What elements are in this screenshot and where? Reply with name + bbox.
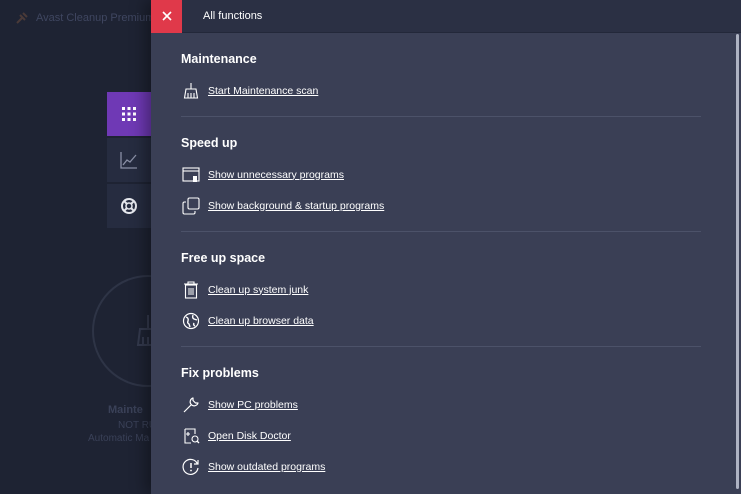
item-label: Show outdated programs bbox=[208, 460, 326, 473]
open-disk-doctor-link[interactable]: Open Disk Doctor bbox=[181, 420, 701, 451]
panel-header: All functions bbox=[151, 0, 741, 33]
section-title: Maintenance bbox=[181, 52, 257, 66]
item-label: Clean up browser data bbox=[208, 314, 314, 327]
clean-up-system-junk-link[interactable]: Clean up system junk bbox=[181, 274, 701, 305]
lifebuoy-icon bbox=[121, 198, 137, 214]
functions-list: Maintenance Start Maintenance scan Speed… bbox=[181, 33, 701, 492]
panel-scrollbar[interactable] bbox=[736, 34, 739, 489]
show-outdated-programs-link[interactable]: Show outdated programs bbox=[181, 451, 701, 482]
section-title: Fix problems bbox=[181, 366, 259, 380]
performance-chart-tool[interactable] bbox=[107, 138, 151, 182]
globe-icon bbox=[181, 311, 201, 331]
item-label: Show unnecessary programs bbox=[208, 168, 344, 181]
all-functions-panel: All functions Maintenance Start Maintena… bbox=[151, 0, 741, 494]
section-maintenance: Maintenance Start Maintenance scan bbox=[181, 51, 701, 117]
item-label: Show background & startup programs bbox=[208, 199, 385, 212]
broom-logo-icon bbox=[14, 10, 30, 26]
app-title-bar: Avast Cleanup Premium bbox=[14, 10, 154, 26]
section-title: Free up space bbox=[181, 251, 266, 265]
close-button[interactable] bbox=[151, 0, 182, 33]
section-free-up-space: Free up space Clean up system junk Clean… bbox=[181, 250, 701, 347]
grid-icon bbox=[122, 107, 136, 121]
chart-icon bbox=[120, 152, 137, 169]
section-fix-problems: Fix problems Show PC problems Open Disk … bbox=[181, 365, 701, 492]
item-label: Clean up system junk bbox=[208, 283, 309, 296]
overlapping-windows-icon bbox=[181, 196, 201, 216]
start-maintenance-scan-link[interactable]: Start Maintenance scan bbox=[181, 75, 701, 106]
section-speed-up: Speed up Show unnecessary programs Show … bbox=[181, 135, 701, 232]
clean-up-browser-data-link[interactable]: Clean up browser data bbox=[181, 305, 701, 336]
broom-icon bbox=[181, 81, 201, 101]
disk-doctor-icon bbox=[181, 426, 201, 446]
show-pc-problems-link[interactable]: Show PC problems bbox=[181, 389, 701, 420]
window-trash-icon bbox=[181, 165, 201, 185]
help-support-tool[interactable] bbox=[107, 184, 151, 228]
item-label: Show PC problems bbox=[208, 398, 298, 411]
show-background-startup-programs-link[interactable]: Show background & startup programs bbox=[181, 190, 701, 221]
all-functions-tool[interactable] bbox=[107, 92, 151, 136]
wrench-icon bbox=[181, 395, 201, 415]
section-title: Speed up bbox=[181, 136, 238, 150]
background-status-title: Mainte bbox=[108, 404, 143, 416]
item-label: Open Disk Doctor bbox=[208, 429, 291, 442]
app-window: Avast Cleanup Premium Mainte NOT RU Auto… bbox=[0, 0, 741, 494]
app-title: Avast Cleanup Premium bbox=[36, 12, 155, 24]
item-label: Start Maintenance scan bbox=[208, 84, 319, 97]
clock-alert-icon bbox=[181, 457, 201, 477]
background-status-note: Automatic Ma bbox=[88, 433, 150, 444]
close-icon bbox=[161, 11, 172, 21]
trash-icon bbox=[181, 280, 201, 300]
show-unnecessary-programs-link[interactable]: Show unnecessary programs bbox=[181, 159, 701, 190]
panel-title: All functions bbox=[203, 10, 263, 22]
